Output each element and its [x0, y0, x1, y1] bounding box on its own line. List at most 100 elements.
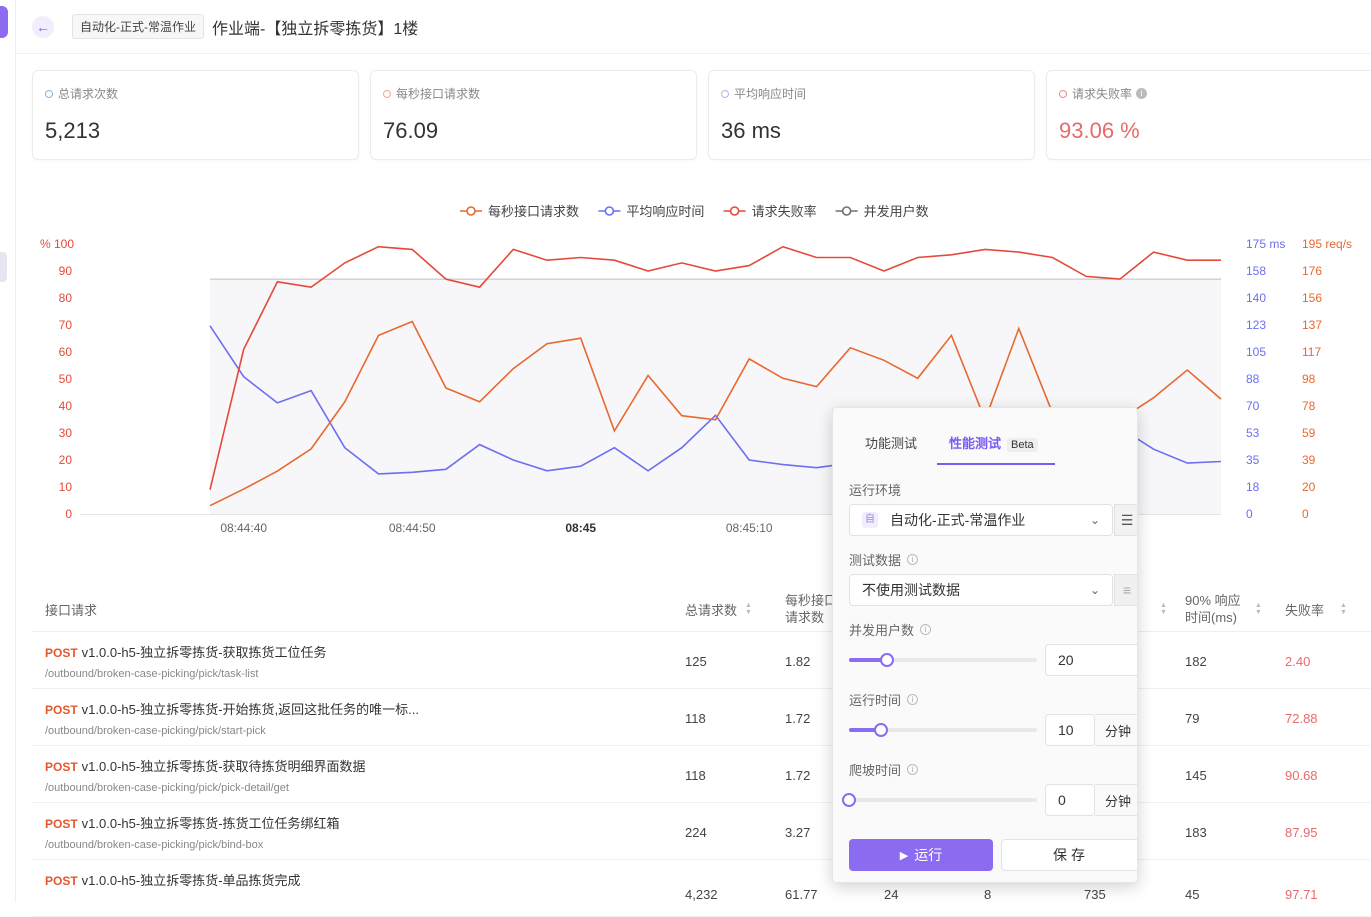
- http-method: POST: [45, 760, 78, 774]
- legend-label: 并发用户数: [864, 204, 929, 219]
- mid-axis-tick: 35: [1246, 453, 1260, 467]
- left-axis-tick: 10: [59, 480, 73, 494]
- api-name[interactable]: POST v1.0.0-h5-独立拆零拣货-获取拣货工位任务: [45, 642, 327, 661]
- th-total-label: 总请求数: [685, 602, 738, 618]
- http-method: POST: [45, 646, 78, 660]
- api-name[interactable]: POST v1.0.0-h5-独立拆零拣货-拣货工位任务绑红箱: [45, 813, 340, 832]
- stat-label: 平均响应时间: [734, 87, 807, 101]
- table-row[interactable]: POST v1.0.0-h5-独立拆零拣货-拣货工位任务绑红箱/outbound/…: [32, 803, 1371, 860]
- mid-axis-tick: 105: [1246, 345, 1266, 359]
- api-title: v1.0.0-h5-独立拆零拣货-获取拣货工位任务: [81, 645, 327, 660]
- env-select-value: 自动化-正式-常温作业: [890, 512, 1026, 528]
- table-row[interactable]: POST v1.0.0-h5-独立拆零拣货-获取拣货工位任务/outbound/b…: [32, 632, 1371, 689]
- sort-icon-p90[interactable]: ▲ ▼: [1247, 586, 1262, 632]
- cell-fail: 87.95: [1285, 825, 1318, 840]
- save-button[interactable]: 保存: [1001, 839, 1137, 871]
- api-name[interactable]: POST v1.0.0-h5-独立拆零拣货-开始拣货,返回这批任务的唯一标...: [45, 699, 419, 718]
- api-name[interactable]: POST v1.0.0-h5-独立拆零拣货-获取待拣货明细界面数据: [45, 756, 366, 775]
- stat-card-rps: 每秒接口请求数 76.09: [370, 70, 697, 160]
- sort-icon[interactable]: ▲ ▼: [1255, 602, 1262, 616]
- sort-icon[interactable]: ▲ ▼: [745, 602, 752, 616]
- help-icon[interactable]: i: [907, 554, 919, 565]
- th-fail[interactable]: 失败率 ▲ ▼: [1285, 586, 1347, 632]
- api-title: v1.0.0-h5-独立拆零拣货-开始拣货,返回这批任务的唯一标...: [81, 702, 419, 717]
- env-label: 运行环境: [849, 480, 901, 499]
- left-axis-tick: 30: [59, 426, 73, 440]
- cell-rps: 61.77: [785, 887, 818, 902]
- left-axis-tick: 70: [59, 318, 73, 332]
- cell-fail: 2.40: [1285, 654, 1311, 669]
- data-settings-icon[interactable]: ≡: [1114, 574, 1137, 606]
- env-select[interactable]: 自 自动化-正式-常温作业 ⌄: [849, 504, 1113, 536]
- mid-axis-tick: 175 ms: [1246, 237, 1285, 251]
- mid-axis-tick: 0: [1246, 507, 1253, 521]
- help-icon[interactable]: i: [920, 624, 932, 635]
- th-p90[interactable]: 90% 响应 时间(ms): [1185, 586, 1241, 632]
- right-axis-tick: 98: [1302, 372, 1316, 386]
- right-axis-tick: 156: [1302, 291, 1322, 305]
- left-sidebar-strip: [0, 0, 16, 902]
- api-path: /outbound/broken-case-picking/pick/pick-…: [45, 782, 289, 794]
- slider-handle[interactable]: [842, 793, 856, 807]
- cell-total: 4,232: [685, 887, 718, 902]
- sidebar-collapse-handle[interactable]: [0, 252, 7, 282]
- users-label-text: 并发用户数: [849, 623, 915, 638]
- right-axis-tick: 20: [1302, 480, 1316, 494]
- cell-fail: 72.88: [1285, 711, 1318, 726]
- stat-dot-icon: [45, 89, 53, 98]
- environment-tag: 自动化-正式-常温作业: [72, 14, 204, 39]
- chevron-down-icon: ⌄: [1089, 583, 1100, 597]
- right-axis-tick: 0: [1302, 507, 1309, 521]
- sort-icon[interactable]: ▲ ▼: [1160, 602, 1167, 616]
- stat-dot-icon: [721, 89, 729, 98]
- back-arrow-icon[interactable]: ←: [32, 15, 54, 38]
- help-icon[interactable]: i: [907, 764, 919, 775]
- tab-performance-test[interactable]: 性能测试 Beta: [949, 433, 1038, 452]
- ramp-input[interactable]: 0: [1045, 784, 1095, 816]
- x-axis-tick: 08:44:40: [220, 521, 267, 535]
- help-icon[interactable]: i: [907, 694, 919, 705]
- right-axis-tick: 195 req/s: [1302, 237, 1352, 251]
- cell-total: 118: [685, 711, 706, 726]
- cell-rps: 1.82: [785, 654, 811, 669]
- slider-handle[interactable]: [879, 653, 894, 667]
- table-row[interactable]: POST v1.0.0-h5-独立拆零拣货-获取待拣货明细界面数据/outboun…: [32, 746, 1371, 803]
- ramp-slider[interactable]: [842, 793, 1037, 807]
- table-row[interactable]: POST v1.0.0-h5-独立拆零拣货-单品拣货完成 4,232 61.77 24 8…: [32, 860, 1371, 917]
- users-slider[interactable]: [849, 653, 1037, 667]
- table-header: 接口请求 总请求数 ▲ ▼ 每秒接口 请求数 90% 响应 时间(ms) ▲ ▼ 失败率 ▲…: [32, 586, 1371, 632]
- users-input[interactable]: 20: [1045, 644, 1137, 676]
- stat-card-total-requests: 总请求次数 5,213: [32, 70, 359, 160]
- env-menu-icon[interactable]: ☰: [1114, 504, 1137, 536]
- table-row[interactable]: POST v1.0.0-h5-独立拆零拣货-开始拣货,返回这批任务的唯一标... /…: [32, 689, 1371, 746]
- test-data-select[interactable]: 不使用测试数据 ⌄: [849, 574, 1113, 606]
- duration-slider[interactable]: [849, 723, 1037, 737]
- api-path: /outbound/broken-case-picking/pick/bind-…: [45, 839, 264, 851]
- tab-functional-test[interactable]: 功能测试: [865, 433, 917, 452]
- popup-tabs: 功能测试 性能测试 Beta: [833, 408, 1137, 466]
- left-axis-tick: 90: [59, 264, 73, 278]
- sort-icon[interactable]: ▲ ▼: [1340, 602, 1347, 616]
- mid-axis-tick: 140: [1246, 291, 1266, 305]
- active-tab-underline: [937, 463, 1055, 465]
- sidebar-active-indicator[interactable]: [0, 6, 8, 38]
- th-rps[interactable]: 每秒接口 请求数: [785, 586, 837, 632]
- info-icon[interactable]: i: [1136, 88, 1148, 99]
- api-name[interactable]: POST v1.0.0-h5-独立拆零拣货-单品拣货完成: [45, 870, 301, 889]
- legend-marker: [729, 206, 740, 216]
- right-axis-tick: 117: [1302, 345, 1321, 359]
- cell-total: 125: [685, 654, 707, 669]
- legend-marker: [604, 206, 615, 216]
- run-button[interactable]: ▶ 运行: [849, 839, 993, 871]
- th-total[interactable]: 总请求数 ▲ ▼: [685, 586, 752, 632]
- duration-input[interactable]: 10: [1045, 714, 1095, 746]
- right-axis-tick: 39: [1302, 453, 1316, 467]
- mid-axis-tick: 70: [1246, 399, 1260, 413]
- left-axis-tick: 60: [59, 345, 73, 359]
- slider-handle[interactable]: [873, 723, 888, 737]
- legend-label: 请求失败率: [752, 204, 817, 219]
- page-title: 作业端-【独立拆零拣货】1楼: [212, 20, 419, 38]
- duration-label-text: 运行时间: [849, 693, 902, 708]
- sort-icon-hidden-col[interactable]: ▲ ▼: [1152, 586, 1167, 632]
- api-title: v1.0.0-h5-独立拆零拣货-拣货工位任务绑红箱: [81, 816, 340, 831]
